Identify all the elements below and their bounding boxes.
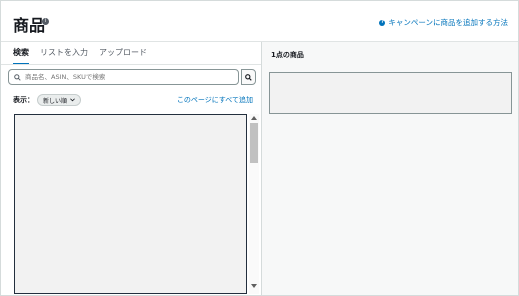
search-button[interactable] bbox=[241, 69, 256, 85]
search-results-list[interactable] bbox=[14, 114, 247, 294]
display-row: 表示： 新しい順 このページにすべて追加 bbox=[13, 94, 253, 106]
tab-upload[interactable]: アップロード bbox=[99, 47, 147, 65]
tab-divider bbox=[1, 64, 261, 65]
sort-value: 新しい順 bbox=[43, 97, 68, 105]
tab-bar: 検索 リストを入力 アップロード bbox=[13, 47, 147, 65]
add-all-link[interactable]: このページにすべて追加 bbox=[177, 95, 253, 105]
chevron-down-icon bbox=[70, 98, 75, 102]
search-icon bbox=[14, 73, 21, 81]
selected-products-list[interactable] bbox=[269, 72, 512, 114]
product-panel: 商品 i ? キャンペーンに商品を追加する方法 検索 リストを入力 アップロード bbox=[0, 0, 519, 296]
search-pane: 検索 リストを入力 アップロード 表示： 新し bbox=[1, 42, 262, 295]
help-link-label: キャンペーンに商品を追加する方法 bbox=[388, 18, 508, 27]
search-field bbox=[8, 69, 239, 85]
scrollbar-thumb[interactable] bbox=[250, 123, 258, 163]
panel-header: 商品 i ? キャンペーンに商品を追加する方法 bbox=[1, 1, 518, 42]
page-title: 商品 bbox=[13, 16, 46, 35]
search-input[interactable] bbox=[25, 73, 225, 81]
selected-count-title: 1点の商品 bbox=[271, 51, 304, 59]
scroll-up-arrow-icon[interactable] bbox=[251, 116, 257, 120]
selected-pane: 1点の商品 bbox=[262, 42, 518, 295]
sort-dropdown[interactable]: 新しい順 bbox=[37, 94, 82, 106]
scroll-down-arrow-icon[interactable] bbox=[251, 284, 257, 288]
question-icon: ? bbox=[379, 19, 386, 26]
display-label: 表示： bbox=[13, 96, 34, 104]
scrollbar[interactable] bbox=[249, 114, 259, 294]
help-link[interactable]: ? キャンペーンに商品を追加する方法 bbox=[379, 17, 508, 28]
search-bar bbox=[8, 69, 256, 85]
tab-enter-list[interactable]: リストを入力 bbox=[40, 47, 88, 65]
info-icon[interactable]: i bbox=[42, 18, 49, 25]
search-icon bbox=[245, 73, 252, 81]
tab-search[interactable]: 検索 bbox=[13, 47, 29, 65]
